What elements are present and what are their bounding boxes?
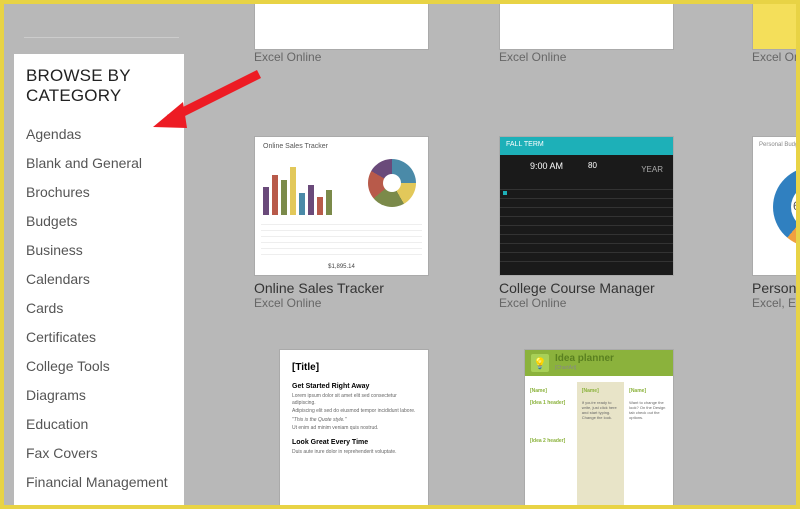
- doc-title: [Title]: [280, 350, 428, 377]
- idea-label: [Idea 1 header]: [530, 400, 572, 406]
- template-thumb: [Title] Get Started Right Away Lorem ips…: [279, 349, 429, 505]
- lightbulb-icon: 💡: [531, 354, 549, 372]
- template-document[interactable]: [Title] Get Started Right Away Lorem ips…: [279, 349, 429, 505]
- thumb-year: YEAR: [641, 165, 663, 174]
- sidebar-heading-line2: CATEGORY: [26, 86, 121, 105]
- category-calendars[interactable]: Calendars: [26, 264, 174, 293]
- idea-label: [Idea 2 header]: [530, 438, 572, 444]
- sidebar-heading-line1: BROWSE BY: [26, 66, 131, 85]
- col-label: [Name]: [629, 388, 668, 394]
- category-fax-covers[interactable]: Fax Covers: [26, 438, 174, 467]
- pie-chart-icon: [368, 159, 416, 207]
- category-certificates[interactable]: Certificates: [26, 322, 174, 351]
- template-personal-budget[interactable]: Personal Budget 62% Persona Excel, Ex: [752, 136, 796, 310]
- category-budgets[interactable]: Budgets: [26, 206, 174, 235]
- template-college-course-manager[interactable]: FALL TERM 9:00 AM 80 YEAR: [499, 136, 674, 310]
- template-thumb: 💡 Idea planner [ChartArt] [Name] [Idea 1…: [524, 349, 674, 505]
- template-thumb: FALL TERM 9:00 AM 80 YEAR: [499, 136, 674, 276]
- category-diagrams[interactable]: Diagrams: [26, 380, 174, 409]
- doc-text: Adipiscing elit sed do eiusmod tempor in…: [280, 407, 428, 416]
- template-thumb: Personal Budget 62%: [752, 136, 796, 276]
- category-brochures[interactable]: Brochures: [26, 177, 174, 206]
- template-app: Excel, Ex: [752, 296, 796, 310]
- thumb-time: 9:00 AM: [530, 161, 563, 171]
- category-business[interactable]: Business: [26, 235, 174, 264]
- category-cards[interactable]: Cards: [26, 293, 174, 322]
- doc-text: Duis aute irure dolor in reprehenderit v…: [280, 448, 428, 457]
- category-blank-and-general[interactable]: Blank and General: [26, 148, 174, 177]
- template-app: Excel Online: [499, 296, 674, 310]
- template-app: Excel Onl: [752, 50, 796, 64]
- bar-chart-icon: [263, 157, 341, 215]
- thumb-percentage: 62%: [793, 199, 796, 213]
- table-icon: [261, 219, 422, 269]
- doc-text: Lorem ipsum dolor sit amet elit sed cons…: [280, 392, 428, 407]
- template-12-month-calendar[interactable]: 12-Month Calendar Excel Online: [499, 30, 674, 64]
- category-financial-management[interactable]: Financial Management: [26, 467, 174, 496]
- thumb-subtitle: [ChartArt]: [555, 365, 576, 371]
- template-thumb: [499, 4, 674, 50]
- col-label: [Name]: [530, 388, 572, 394]
- template-gallery: Make a List Excel Online 12-Month Calend…: [254, 4, 796, 505]
- template-household[interactable]: Househ Excel Onl: [752, 30, 796, 64]
- thumb-title: Online Sales Tracker: [263, 143, 328, 150]
- template-app: Excel Online: [254, 50, 429, 64]
- thumb-title: Idea planner: [555, 353, 614, 364]
- doc-heading: Look Great Every Time: [280, 433, 428, 448]
- template-thumb: [752, 4, 796, 50]
- template-name: Online Sales Tracker: [254, 280, 429, 296]
- template-app: Excel Online: [499, 50, 674, 64]
- category-list: Agendas Blank and General Brochures Budg…: [26, 119, 174, 505]
- template-name: College Course Manager: [499, 280, 674, 296]
- doc-text: Ut enim ad minim veniam quis nostrud.: [280, 424, 428, 433]
- thumb-columns: [Name] [Idea 1 header] [Idea 2 header] […: [525, 382, 673, 505]
- category-agendas[interactable]: Agendas: [26, 119, 174, 148]
- category-flyers[interactable]: Flyers: [26, 496, 174, 505]
- thumb-header: 💡 Idea planner [ChartArt]: [525, 350, 673, 376]
- template-app: Excel Online: [254, 296, 429, 310]
- thumb-minutes: 80: [588, 161, 597, 170]
- col-label: [Name]: [582, 388, 619, 394]
- thumb-header: Personal Budget: [753, 137, 796, 153]
- template-thumb: [254, 4, 429, 50]
- category-sidebar: BROWSE BY CATEGORY Agendas Blank and Gen…: [14, 54, 184, 505]
- template-name: Persona: [752, 280, 796, 296]
- thumb-header: FALL TERM: [500, 137, 673, 155]
- schedule-rows: [500, 189, 673, 270]
- category-college-tools[interactable]: College Tools: [26, 351, 174, 380]
- sidebar-heading: BROWSE BY CATEGORY: [26, 66, 174, 105]
- doc-quote: "This is the Quote style.": [280, 416, 428, 425]
- thumb-total: $1,895.14: [328, 264, 355, 270]
- template-idea-planner[interactable]: 💡 Idea planner [ChartArt] [Name] [Idea 1…: [524, 349, 674, 505]
- template-make-a-list[interactable]: Make a List Excel Online: [254, 30, 429, 64]
- template-thumb: Online Sales Tracker $1,895.14: [254, 136, 429, 276]
- template-online-sales-tracker[interactable]: Online Sales Tracker $1,895.14 Onli: [254, 136, 429, 310]
- doc-heading: Get Started Right Away: [280, 377, 428, 392]
- category-education[interactable]: Education: [26, 409, 174, 438]
